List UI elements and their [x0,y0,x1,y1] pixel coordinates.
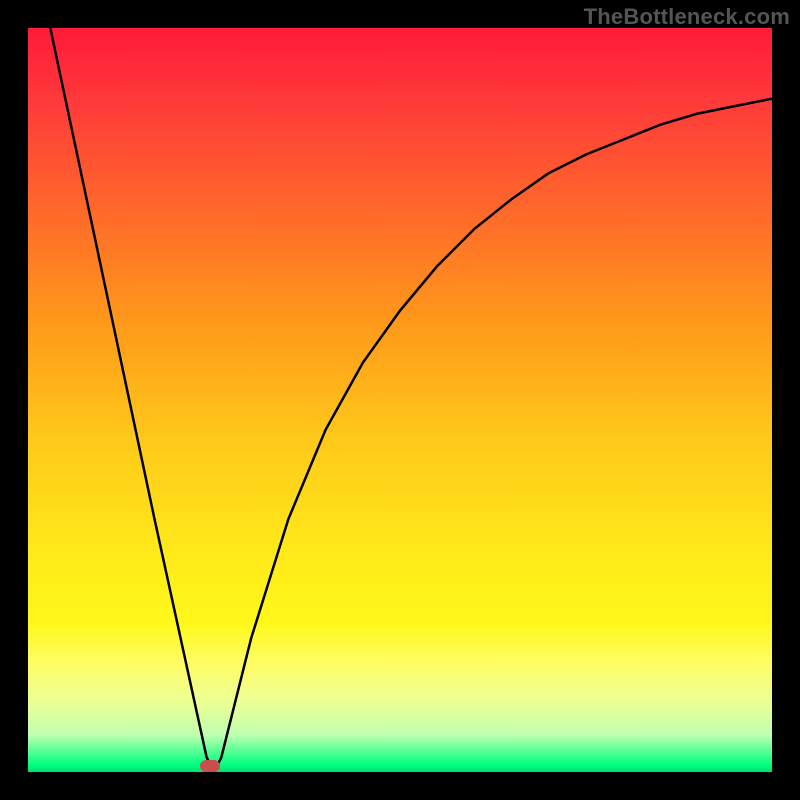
watermark-text: TheBottleneck.com [584,4,790,30]
gradient-background [28,28,772,772]
minimum-marker [200,760,220,772]
chart-frame: TheBottleneck.com [0,0,800,800]
